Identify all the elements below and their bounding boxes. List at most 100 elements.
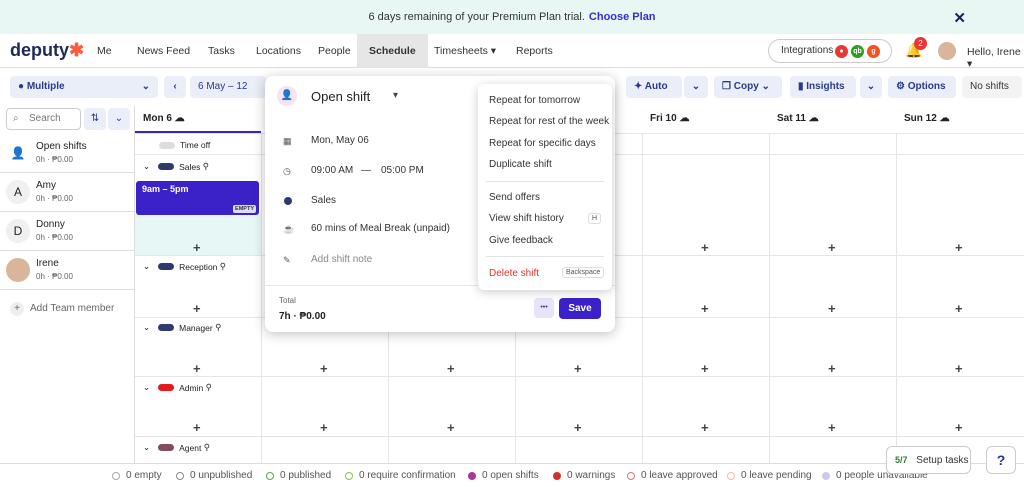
user-avatar[interactable] — [938, 42, 956, 60]
add-shift-button[interactable]: + — [320, 361, 328, 376]
menu-item-view-history[interactable]: View shift history — [489, 213, 564, 224]
integrations-button[interactable]: Integrations ● qb g — [768, 39, 892, 63]
menu-item-repeat-tomorrow[interactable]: Repeat for tomorrow — [489, 95, 580, 106]
list-item[interactable]: 👤 Open shifts 0h · ₱0.00 — [0, 134, 135, 173]
add-shift-button[interactable]: + — [320, 420, 328, 435]
menu-item-duplicate[interactable]: Duplicate shift — [489, 159, 552, 170]
shift-block[interactable]: 9am – 5pm EMPTY — [136, 181, 259, 215]
nav-tasks[interactable]: Tasks — [208, 34, 235, 68]
gear-icon: ⚙ — [896, 81, 908, 92]
help-button[interactable]: ? — [986, 446, 1016, 474]
nav-news-feed[interactable]: News Feed — [137, 34, 190, 68]
integration-icon-red: ● — [835, 45, 848, 58]
meal-break[interactable]: 60 mins of Meal Break (unpaid) — [311, 223, 450, 234]
location-selector[interactable]: ● Multiple ⌄ — [10, 76, 158, 98]
add-shift-button[interactable]: + — [955, 240, 963, 255]
insights-button[interactable]: ▮ Insights — [790, 76, 856, 98]
add-shift-button[interactable]: + — [193, 420, 201, 435]
save-button[interactable]: Save — [559, 298, 601, 319]
auto-button[interactable]: ✦ Auto — [626, 76, 682, 98]
day-header-mon[interactable]: Mon 6 ☁ — [135, 106, 261, 133]
start-time[interactable]: 09:00 AM — [311, 165, 353, 176]
list-item[interactable]: A Amy 0h · ₱0.00 — [0, 173, 135, 212]
area-selector[interactable]: Sales — [311, 195, 336, 206]
add-shift-button[interactable]: + — [701, 361, 709, 376]
sidebar-dropdown[interactable]: ⌄ — [108, 108, 130, 130]
group-manager[interactable]: ⌄ Manager ⚲ — [143, 322, 221, 333]
shift-date[interactable]: Mon, May 06 — [311, 135, 369, 146]
group-agent[interactable]: ⌄ Agent ⚲ — [143, 442, 210, 453]
people-sidebar: ⌕ Search ⇅ ⌄ 👤 Open shifts 0h · ₱0.00 A A… — [0, 106, 135, 463]
add-shift-button[interactable]: + — [701, 240, 709, 255]
options-button[interactable]: ⚙ Options — [888, 76, 956, 98]
add-shift-button[interactable]: + — [828, 361, 836, 376]
add-shift-button[interactable]: + — [447, 361, 455, 376]
menu-item-give-feedback[interactable]: Give feedback — [489, 235, 553, 246]
total-label: Total — [279, 296, 296, 305]
menu-item-repeat-specific[interactable]: Repeat for specific days — [489, 138, 596, 149]
day-header-fri[interactable]: Fri 10 ☁ — [642, 106, 689, 133]
group-reception[interactable]: ⌄ Reception ⚲ — [143, 261, 226, 272]
auto-dropdown[interactable]: ⌄ — [684, 76, 708, 98]
nav-schedule[interactable]: Schedule — [357, 34, 428, 68]
add-shift-button[interactable]: + — [193, 301, 201, 316]
prev-week-button[interactable]: ‹ — [164, 76, 186, 98]
copy-button[interactable]: ❐ Copy ⌄ — [714, 76, 782, 98]
add-shift-button[interactable]: + — [828, 301, 836, 316]
divider — [135, 376, 1024, 377]
group-time-off[interactable]: Time off — [143, 140, 210, 150]
menu-item-send-offers[interactable]: Send offers — [489, 192, 540, 203]
end-time[interactable]: 05:00 PM — [381, 165, 424, 176]
close-icon[interactable]: ✕ — [953, 9, 966, 27]
list-item[interactable]: D Donny 0h · ₱0.00 — [0, 212, 135, 251]
add-shift-button[interactable]: + — [955, 301, 963, 316]
add-shift-button[interactable]: + — [574, 361, 582, 376]
group-sales[interactable]: ⌄ Sales ⚲ — [143, 161, 209, 172]
add-shift-button[interactable]: + — [193, 361, 201, 376]
deputy-logo[interactable]: deputy✱ — [10, 40, 84, 61]
more-button[interactable]: ••• — [534, 298, 554, 318]
legend-leave-pending: 0 leave pending — [727, 470, 812, 481]
add-team-member-button[interactable]: + Add Team member — [10, 302, 114, 316]
search-icon: ⌕ — [13, 113, 19, 124]
chevron-down-icon: ⌄ — [141, 81, 150, 92]
list-item[interactable]: Irene 0h · ₱0.00 — [0, 251, 135, 290]
setup-tasks-button[interactable]: 5/7 Setup tasks — [886, 446, 971, 474]
user-menu[interactable]: Hello, Irene ▾ — [967, 46, 1024, 70]
caret-down-icon[interactable]: ▾ — [393, 90, 398, 101]
modal-title[interactable]: Open shift — [311, 89, 370, 104]
search-input[interactable]: ⌕ Search — [6, 108, 81, 130]
add-shift-button[interactable]: + — [955, 420, 963, 435]
insights-dropdown[interactable]: ⌄ — [860, 76, 882, 98]
group-admin[interactable]: ⌄ Admin ⚲ — [143, 382, 212, 393]
sparkle-icon: ✦ — [634, 81, 645, 92]
menu-item-repeat-week[interactable]: Repeat for rest of the week — [489, 116, 609, 127]
day-header-sat[interactable]: Sat 11 ☁ — [769, 106, 819, 133]
divider — [261, 133, 262, 463]
sort-button[interactable]: ⇅ — [84, 108, 106, 130]
nav-people[interactable]: People — [318, 34, 351, 68]
add-shift-button[interactable]: + — [447, 420, 455, 435]
choose-plan-link[interactable]: Choose Plan — [589, 11, 656, 23]
shift-note-input[interactable]: Add shift note — [311, 254, 372, 265]
day-header-sun[interactable]: Sun 12 ☁ — [896, 106, 950, 133]
add-shift-button[interactable]: + — [701, 301, 709, 316]
nav-me[interactable]: Me — [97, 34, 112, 68]
person-icon: 👤 — [277, 86, 297, 106]
nav-timesheets[interactable]: Timesheets ▾ — [434, 34, 496, 68]
no-shifts-button[interactable]: No shifts — [962, 76, 1022, 98]
date-range[interactable]: 6 May – 12 — [190, 76, 266, 98]
nav-reports[interactable]: Reports — [516, 34, 553, 68]
menu-item-delete[interactable]: Delete shift — [489, 268, 539, 279]
integration-icon-qb: qb — [851, 45, 864, 58]
add-shift-button[interactable]: + — [828, 420, 836, 435]
avatar: D — [6, 219, 30, 243]
add-shift-button[interactable]: + — [193, 240, 201, 255]
add-shift-button[interactable]: + — [574, 420, 582, 435]
nav-locations[interactable]: Locations — [256, 34, 301, 68]
legend-require-confirmation: 0 require confirmation — [345, 470, 456, 481]
add-shift-button[interactable]: + — [701, 420, 709, 435]
add-shift-button[interactable]: + — [955, 361, 963, 376]
trial-banner: 6 days remaining of your Premium Plan tr… — [0, 0, 1024, 34]
add-shift-button[interactable]: + — [828, 240, 836, 255]
